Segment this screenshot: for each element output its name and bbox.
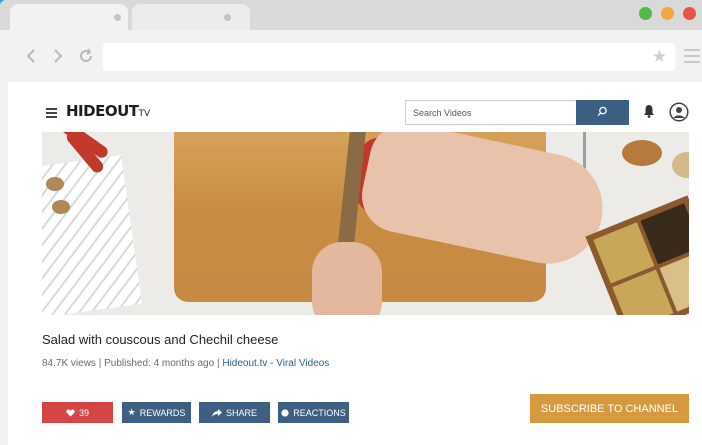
search-input[interactable] <box>405 100 577 125</box>
video-thumbnail <box>52 200 70 214</box>
site-logo[interactable]: HIDEOUTTV <box>66 103 150 122</box>
browser-tab-active[interactable] <box>10 4 128 30</box>
search-icon <box>597 106 607 116</box>
logo-suffix: TV <box>138 109 151 119</box>
heart-icon <box>66 408 75 417</box>
tab-bar <box>0 0 702 30</box>
user-icon[interactable] <box>669 102 689 127</box>
video-thumbnail <box>312 242 382 315</box>
video-thumbnail <box>672 152 689 178</box>
video-meta: 84.7K views | Published: 4 months ago | … <box>42 358 329 369</box>
channel-link[interactable]: Hideout.tv - Viral Videos <box>222 358 329 369</box>
address-bar[interactable]: ★ <box>103 43 675 71</box>
like-button[interactable]: 39 <box>42 402 113 423</box>
rewards-button[interactable]: ★ REWARDS <box>122 402 191 423</box>
web-page: HIDEOUTTV Search Videos Salad with cousc… <box>8 82 702 445</box>
browser-tab[interactable] <box>132 4 250 30</box>
video-thumbnail <box>622 140 662 166</box>
site-header: HIDEOUTTV <box>8 82 702 132</box>
like-count: 39 <box>78 407 89 418</box>
reactions-label: REACTIONS <box>293 407 346 418</box>
tab-close-icon[interactable] <box>114 14 121 21</box>
video-player[interactable] <box>42 132 689 315</box>
share-label: SHARE <box>225 407 257 418</box>
window-minimize-button[interactable] <box>661 7 674 20</box>
meta-separator: | <box>216 358 220 369</box>
star-icon: ★ <box>127 407 136 417</box>
reload-icon[interactable] <box>78 48 94 67</box>
publish-date: Published: 4 months ago <box>104 358 215 369</box>
hamburger-icon[interactable] <box>46 108 57 120</box>
video-thumbnail <box>46 177 64 191</box>
logo-text: HIDEOUT <box>66 102 139 120</box>
video-title: Salad with couscous and Chechil cheese <box>42 332 279 347</box>
meta-separator: | <box>98 358 102 369</box>
share-button[interactable]: SHARE <box>199 402 270 423</box>
reaction-icon <box>281 408 289 417</box>
window-close-button[interactable] <box>683 7 696 20</box>
chevron-right-icon[interactable] <box>53 48 63 67</box>
star-icon[interactable]: ★ <box>652 47 667 67</box>
browser-toolbar: ★ <box>0 30 702 82</box>
search-button[interactable] <box>576 100 629 125</box>
reactions-button[interactable]: REACTIONS <box>278 402 349 423</box>
share-icon <box>211 408 222 417</box>
browser-window: ★ HIDEOUTTV Search Videos Salad with cou… <box>0 0 702 445</box>
tab-close-icon[interactable] <box>224 14 231 21</box>
subscribe-button[interactable]: SUBSCRIBE TO CHANNEL <box>530 394 689 423</box>
chevron-left-icon[interactable] <box>26 48 36 67</box>
rewards-label: REWARDS <box>139 407 186 418</box>
menu-icon[interactable] <box>684 49 700 67</box>
window-maximize-button[interactable] <box>639 7 652 20</box>
view-count: 84.7K views <box>42 358 96 369</box>
bell-icon[interactable] <box>643 104 655 123</box>
